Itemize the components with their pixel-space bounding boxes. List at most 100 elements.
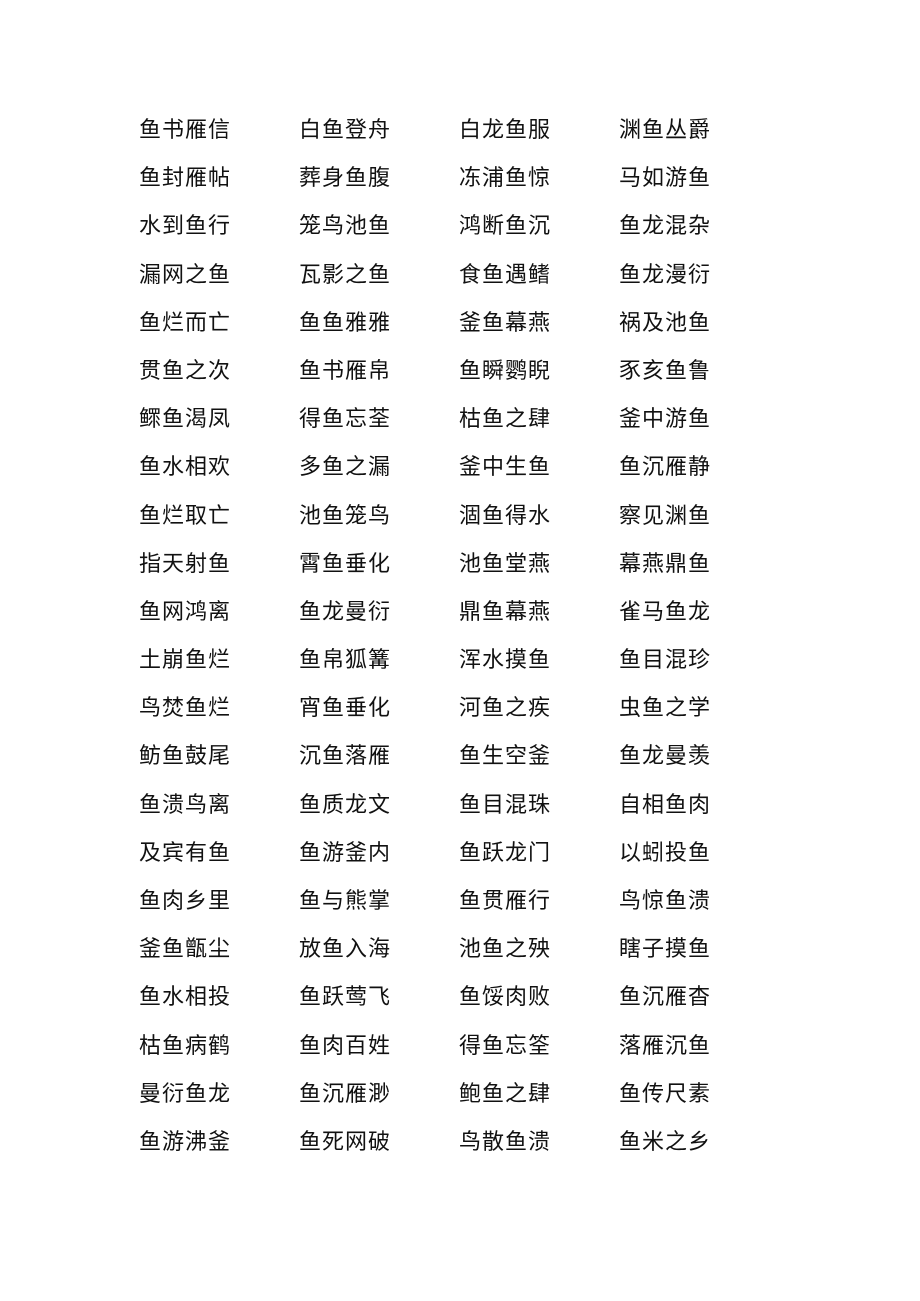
idiom-text: 鳏鱼渴凤: [139, 407, 232, 433]
idiom-row: 水到鱼行 笼鸟池鱼 鸿断鱼沉 鱼龙混杂: [139, 210, 779, 258]
idiom-text: 釜鱼幕燕: [459, 310, 552, 336]
idiom-text: 贯鱼之次: [139, 358, 232, 384]
idiom-text: 鱼生空釜: [459, 744, 552, 770]
idiom-text: 鱼沉雁杳: [619, 985, 712, 1011]
idiom-text: 鲂鱼鼓尾: [139, 744, 232, 770]
idiom-text: 落雁沉鱼: [619, 1033, 712, 1059]
idiom-text: 鱼目混珠: [459, 792, 552, 818]
idiom-text: 宵鱼垂化: [299, 696, 392, 722]
idiom-text: 白鱼登舟: [299, 118, 392, 143]
document-page: 鱼书雁信 白鱼登舟 白龙鱼服 渊鱼丛爵 鱼封雁帖 葬身鱼腹 冻浦鱼惊 马如游鱼 水到鱼行 笼鸟池鱼…: [0, 0, 920, 1301]
idiom-text: 鼎鱼幕燕: [459, 599, 552, 625]
idiom-text: 鱼龙混杂: [619, 214, 712, 240]
idiom-text: 多鱼之漏: [299, 455, 392, 481]
idiom-text: 葬身鱼腹: [299, 166, 392, 192]
idiom-text: 涸鱼得水: [459, 503, 552, 529]
idiom-text: 指天射鱼: [139, 551, 232, 577]
idiom-text: 得鱼忘荃: [299, 407, 392, 433]
idiom-text: 得鱼忘筌: [459, 1033, 552, 1059]
idiom-text: 鱼游沸釜: [139, 1129, 232, 1155]
idiom-row: 鱼溃鸟离 鱼质龙文 鱼目混珠 自相鱼肉: [139, 789, 779, 837]
idiom-text: 鸟惊鱼溃: [619, 889, 712, 914]
idiom-text: 鱼沉雁渺: [299, 1081, 392, 1107]
idiom-text: 鱼跃龙门: [459, 840, 552, 866]
idiom-text: 鱼溃鸟离: [139, 792, 232, 818]
idiom-text: 釜中游鱼: [619, 407, 712, 433]
idiom-text: 鱼死网破: [299, 1129, 392, 1155]
idiom-text: 鱼龙曼羡: [619, 744, 712, 770]
idiom-text: 漏网之鱼: [139, 262, 232, 288]
idiom-row: 鸟焚鱼烂 宵鱼垂化 河鱼之疾 虫鱼之学: [139, 692, 779, 740]
idiom-text: 鱼龙曼衍: [299, 599, 392, 625]
idiom-text: 霄鱼垂化: [299, 551, 392, 577]
idiom-text: 冻浦鱼惊: [459, 166, 552, 192]
idiom-row: 鱼书雁信 白鱼登舟 白龙鱼服 渊鱼丛爵: [139, 114, 779, 162]
idiom-text: 釜鱼甑尘: [139, 937, 232, 963]
idiom-row: 鳏鱼渴凤 得鱼忘荃 枯鱼之肆 釜中游鱼: [139, 403, 779, 451]
idiom-row: 鱼网鸿离 鱼龙曼衍 鼎鱼幕燕 雀马鱼龙: [139, 596, 779, 644]
idiom-text: 鲍鱼之肆: [459, 1081, 552, 1107]
idiom-row: 鱼水相投 鱼跃莺飞 鱼馁肉败 鱼沉雁杳: [139, 981, 779, 1029]
idiom-text: 瓦影之鱼: [299, 262, 392, 288]
idiom-text: 鸟焚鱼烂: [139, 696, 232, 722]
idiom-text: 鱼米之乡: [619, 1129, 712, 1155]
idiom-text: 鱼书雁信: [139, 118, 232, 143]
idiom-text: 鱼贯雁行: [459, 889, 552, 914]
idiom-text: 鱼书雁帛: [299, 358, 392, 384]
idiom-text: 鱼目混珍: [619, 648, 712, 674]
idiom-text: 沉鱼落雁: [299, 744, 392, 770]
idiom-text: 鱼封雁帖: [139, 166, 232, 192]
idiom-text: 幕燕鼎鱼: [619, 551, 712, 577]
idiom-row: 鱼游沸釜 鱼死网破 鸟散鱼溃 鱼米之乡: [139, 1126, 779, 1174]
idiom-row: 鲂鱼鼓尾 沉鱼落雁 鱼生空釜 鱼龙曼羡: [139, 740, 779, 788]
idiom-text: 鱼传尺素: [619, 1081, 712, 1107]
idiom-text: 祸及池鱼: [619, 310, 712, 336]
idiom-text: 鱼肉乡里: [139, 889, 232, 914]
idiom-text: 浑水摸鱼: [459, 648, 552, 674]
idiom-text: 渊鱼丛爵: [619, 118, 712, 143]
idiom-text: 鱼帛狐篝: [299, 648, 392, 674]
idiom-text: 鱼龙漫衍: [619, 262, 712, 288]
idiom-row: 曼衍鱼龙 鱼沉雁渺 鲍鱼之肆 鱼传尺素: [139, 1078, 779, 1126]
idiom-text: 鱼沉雁静: [619, 455, 712, 481]
idiom-text: 釜中生鱼: [459, 455, 552, 481]
idiom-row: 漏网之鱼 瓦影之鱼 食鱼遇鳍 鱼龙漫衍: [139, 259, 779, 307]
idiom-row: 及宾有鱼 鱼游釜内 鱼跃龙门 以蚓投鱼: [139, 837, 779, 885]
idiom-text: 察见渊鱼: [619, 503, 712, 529]
idiom-row: 枯鱼病鹤 鱼肉百姓 得鱼忘筌 落雁沉鱼: [139, 1030, 779, 1078]
idiom-text: 鱼质龙文: [299, 792, 392, 818]
idiom-text: 鱼与熊掌: [299, 889, 392, 914]
idiom-row: 鱼封雁帖 葬身鱼腹 冻浦鱼惊 马如游鱼: [139, 162, 779, 210]
idiom-text: 瞎子摸鱼: [619, 937, 712, 963]
idiom-text: 笼鸟池鱼: [299, 214, 392, 240]
idiom-text: 鸟散鱼溃: [459, 1129, 552, 1155]
idiom-row: 鱼肉乡里 鱼与熊掌 鱼贯雁行 鸟惊鱼溃: [139, 885, 779, 933]
idiom-row: 釜鱼甑尘 放鱼入海 池鱼之殃 瞎子摸鱼: [139, 933, 779, 981]
idiom-text: 池鱼之殃: [459, 937, 552, 963]
idiom-text: 鱼肉百姓: [299, 1033, 392, 1059]
idiom-text: 鱼馁肉败: [459, 985, 552, 1011]
idiom-text: 鱼游釜内: [299, 840, 392, 866]
idiom-text: 池鱼笼鸟: [299, 503, 392, 529]
idiom-text: 枯鱼之肆: [459, 407, 552, 433]
idiom-text: 水到鱼行: [139, 214, 232, 240]
idiom-text: 豕亥鱼鲁: [619, 358, 712, 384]
idiom-text: 白龙鱼服: [459, 118, 552, 143]
idiom-text: 虫鱼之学: [619, 696, 712, 722]
idiom-text: 鸿断鱼沉: [459, 214, 552, 240]
idiom-grid: 鱼书雁信 白鱼登舟 白龙鱼服 渊鱼丛爵 鱼封雁帖 葬身鱼腹 冻浦鱼惊 马如游鱼 水到鱼行 笼鸟池鱼…: [139, 114, 779, 1174]
idiom-text: 自相鱼肉: [619, 792, 712, 818]
idiom-text: 池鱼堂燕: [459, 551, 552, 577]
idiom-text: 及宾有鱼: [139, 840, 232, 866]
idiom-text: 食鱼遇鳍: [459, 262, 552, 288]
idiom-row: 鱼烂而亡 鱼鱼雅雅 釜鱼幕燕 祸及池鱼: [139, 307, 779, 355]
idiom-text: 鱼瞬鹦睨: [459, 358, 552, 384]
idiom-text: 鱼网鸿离: [139, 599, 232, 625]
idiom-text: 鱼水相欢: [139, 455, 232, 481]
idiom-text: 鱼鱼雅雅: [299, 310, 392, 336]
idiom-text: 鱼水相投: [139, 985, 232, 1011]
idiom-row: 鱼水相欢 多鱼之漏 釜中生鱼 鱼沉雁静: [139, 451, 779, 499]
idiom-text: 放鱼入海: [299, 937, 392, 963]
idiom-text: 土崩鱼烂: [139, 648, 232, 674]
idiom-text: 曼衍鱼龙: [139, 1081, 232, 1107]
